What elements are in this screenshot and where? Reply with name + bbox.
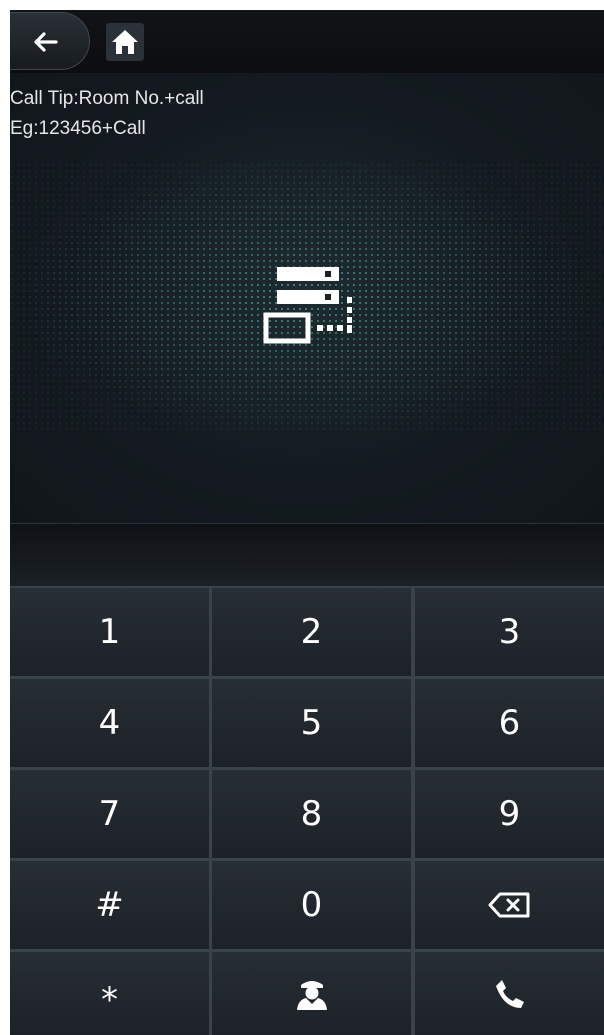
key-star-label: * [101, 979, 118, 1020]
key-hash[interactable]: # [10, 861, 209, 949]
home-button[interactable] [106, 23, 144, 61]
key-star[interactable]: * [10, 952, 209, 1035]
home-icon [112, 30, 138, 54]
top-bar [10, 10, 604, 73]
call-manager-icon [296, 980, 327, 1010]
call-example-text: Eg:123456+Call [10, 118, 146, 139]
key-4[interactable]: 4 [10, 679, 209, 767]
key-3[interactable]: 3 [415, 588, 604, 676]
key-7[interactable]: 7 [10, 770, 209, 858]
back-button[interactable] [10, 12, 90, 70]
keypad: 1 2 3 4 5 6 7 8 9 # 0 * [10, 586, 604, 1035]
key-2[interactable]: 2 [212, 588, 411, 676]
key-1[interactable]: 1 [10, 588, 209, 676]
key-9[interactable]: 9 [415, 770, 604, 858]
key-6[interactable]: 6 [415, 679, 604, 767]
call-tip-area: Call Tip:Room No.+call Eg:123456+Call [10, 73, 604, 523]
key-0[interactable]: 0 [212, 861, 411, 949]
arrow-left-icon [34, 32, 58, 52]
call-button[interactable] [415, 952, 604, 1035]
backspace-button[interactable] [415, 861, 604, 949]
key-5[interactable]: 5 [212, 679, 411, 767]
backspace-icon [488, 892, 529, 918]
server-network-icon [263, 267, 352, 344]
key-8[interactable]: 8 [212, 770, 411, 858]
door-station-screen: Call Tip:Room No.+call Eg:123456+Call 1 … [10, 10, 604, 1035]
phone-icon [495, 979, 524, 1008]
call-tip-text: Call Tip:Room No.+call [10, 88, 204, 109]
room-number-input[interactable] [10, 523, 604, 586]
call-manager-button[interactable] [212, 952, 411, 1035]
